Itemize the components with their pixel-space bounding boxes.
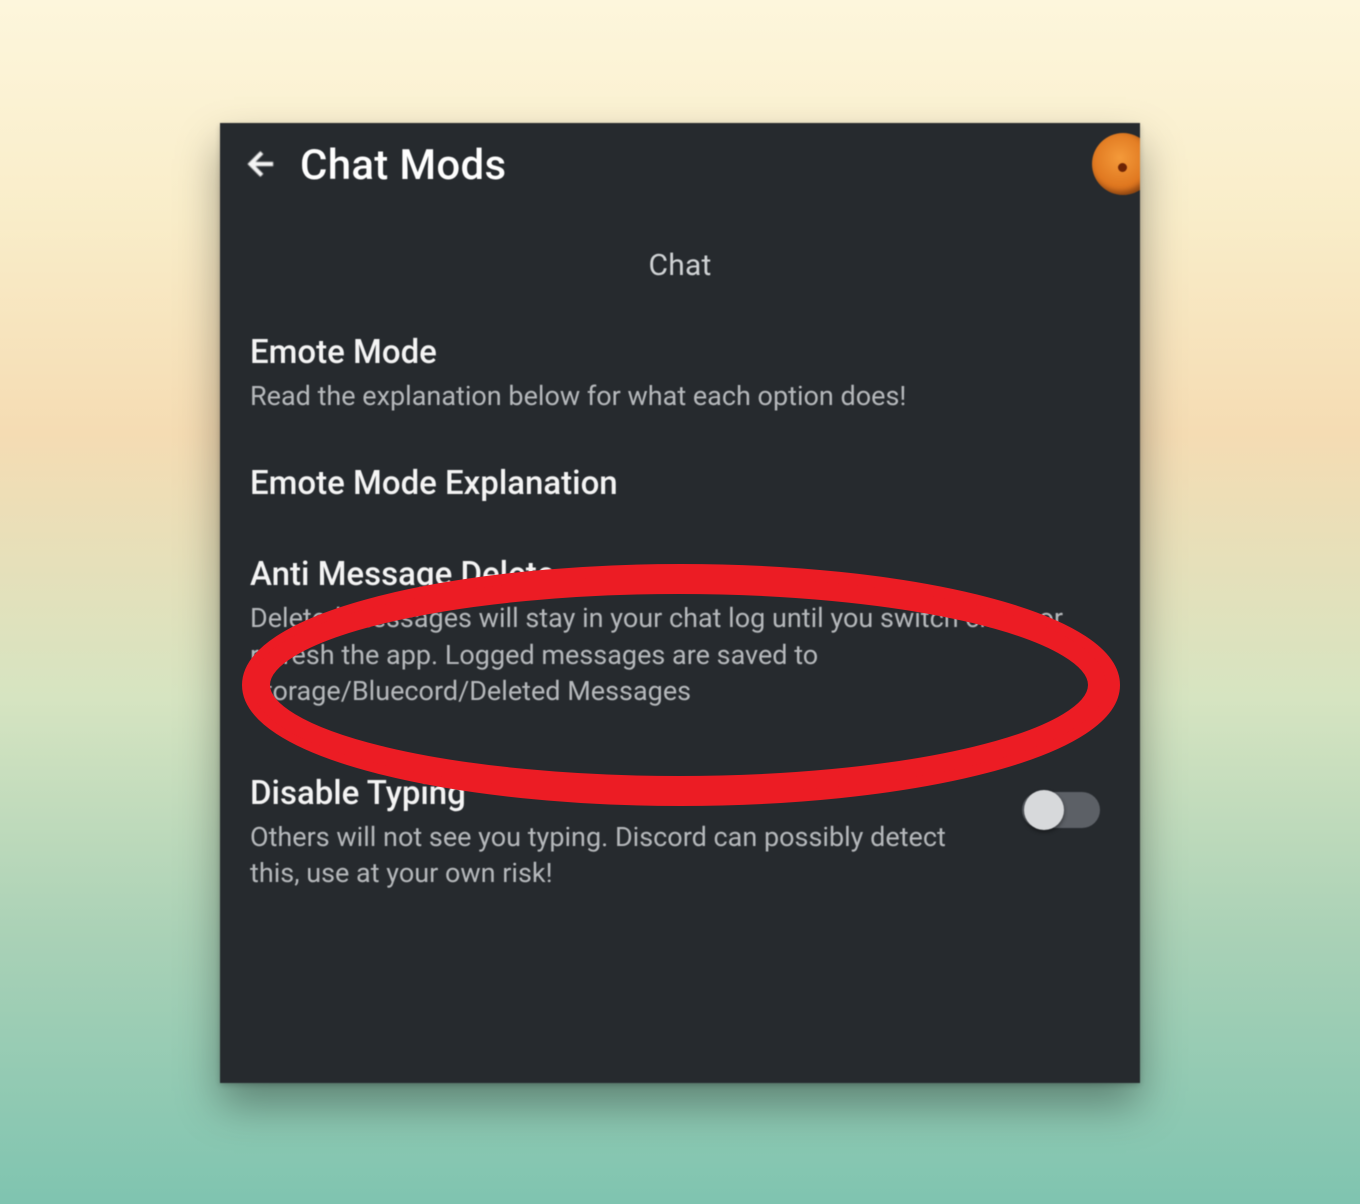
- setting-description: Others will not see you typing. Discord …: [250, 819, 970, 892]
- page-title: Chat Mods: [300, 141, 506, 190]
- page-background: Chat Mods Chat Emote Mode Read the expla…: [0, 0, 1360, 1204]
- setting-title: Anti Message Delete: [250, 555, 1110, 594]
- titlebar: Chat Mods: [220, 123, 1140, 202]
- setting-title: Emote Mode: [250, 333, 1110, 372]
- setting-title: Emote Mode Explanation: [250, 464, 1110, 503]
- setting-description: Read the explanation below for what each…: [250, 378, 1110, 414]
- disable-typing-toggle[interactable]: [1022, 792, 1100, 828]
- setting-row-emote-mode[interactable]: Emote Mode Read the explanation below fo…: [220, 317, 1140, 434]
- setting-row-anti-message-delete[interactable]: Anti Message Delete Deleted messages wil…: [220, 515, 1140, 729]
- toggle-knob-icon: [1024, 790, 1064, 830]
- section-heading-chat: Chat: [220, 248, 1140, 283]
- setting-description: Deleted messages will stay in your chat …: [250, 600, 1110, 709]
- back-arrow-icon[interactable]: [242, 147, 276, 185]
- setting-row-disable-typing[interactable]: Disable Typing Others will not see you t…: [220, 730, 1140, 912]
- setting-title: Disable Typing: [250, 774, 970, 813]
- settings-screen: Chat Mods Chat Emote Mode Read the expla…: [220, 123, 1140, 1083]
- setting-row-emote-mode-explanation[interactable]: Emote Mode Explanation: [220, 434, 1140, 515]
- avatar[interactable]: [1092, 133, 1140, 195]
